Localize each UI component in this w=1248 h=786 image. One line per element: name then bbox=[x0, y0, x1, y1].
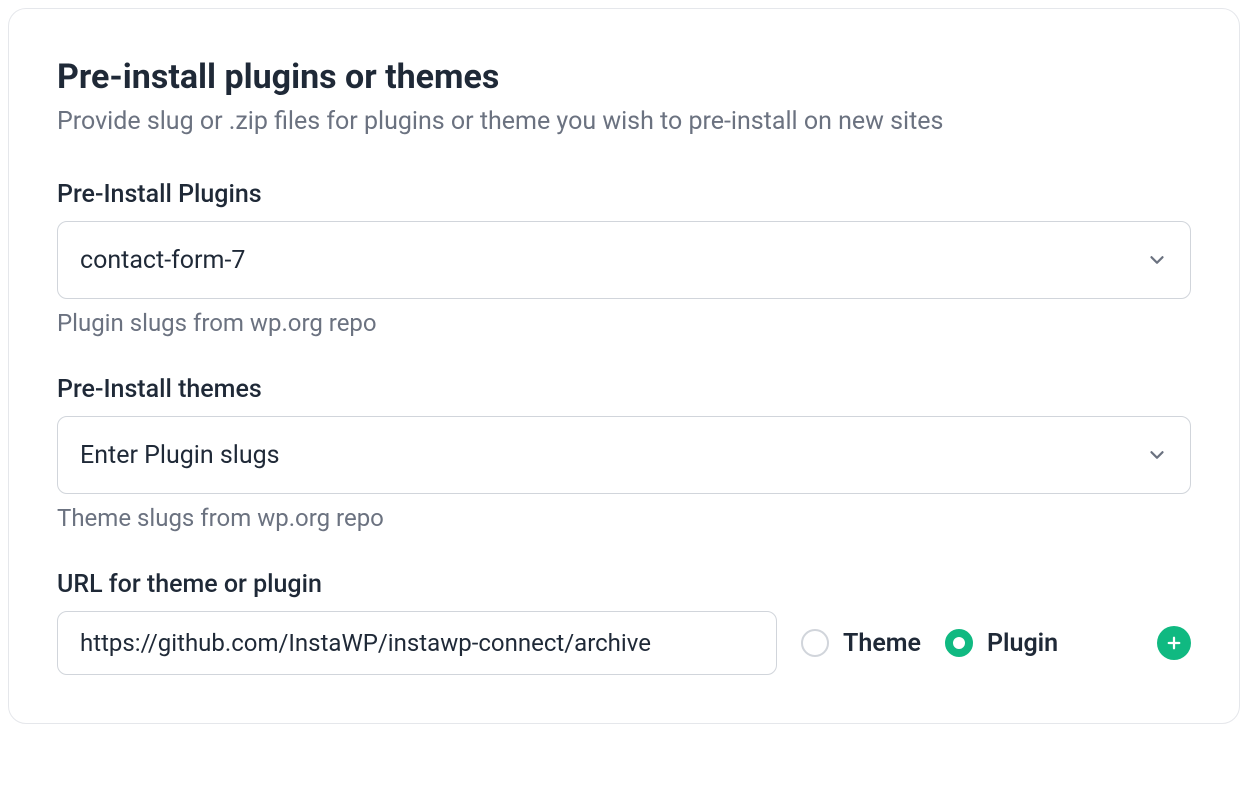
radio-circle-theme bbox=[801, 629, 829, 657]
url-input[interactable] bbox=[57, 611, 777, 675]
plugins-select-value: contact-form-7 bbox=[80, 246, 245, 275]
chevron-down-icon bbox=[1146, 249, 1168, 271]
plugins-field-group: Pre-Install Plugins contact-form-7 Plugi… bbox=[57, 180, 1191, 337]
radio-circle-plugin bbox=[945, 629, 973, 657]
radio-theme[interactable]: Theme bbox=[801, 629, 921, 658]
plus-icon bbox=[1165, 634, 1183, 652]
page-subtitle: Provide slug or .zip files for plugins o… bbox=[57, 107, 1191, 136]
radio-plugin[interactable]: Plugin bbox=[945, 629, 1058, 658]
chevron-down-icon bbox=[1146, 444, 1168, 466]
radio-plugin-label: Plugin bbox=[987, 629, 1058, 658]
themes-label: Pre-Install themes bbox=[57, 375, 1191, 404]
plugins-help: Plugin slugs from wp.org repo bbox=[57, 309, 1191, 337]
radio-theme-label: Theme bbox=[843, 629, 921, 658]
themes-help: Theme slugs from wp.org repo bbox=[57, 504, 1191, 532]
url-field-group: URL for theme or plugin Theme Plugin bbox=[57, 570, 1191, 675]
themes-select-placeholder: Enter Plugin slugs bbox=[80, 441, 280, 470]
preinstall-card: Pre-install plugins or themes Provide sl… bbox=[8, 8, 1240, 724]
add-button[interactable] bbox=[1157, 626, 1191, 660]
url-label: URL for theme or plugin bbox=[57, 570, 1191, 599]
plugins-label: Pre-Install Plugins bbox=[57, 180, 1191, 209]
url-row: Theme Plugin bbox=[57, 611, 1191, 675]
themes-field-group: Pre-Install themes Enter Plugin slugs Th… bbox=[57, 375, 1191, 532]
page-title: Pre-install plugins or themes bbox=[57, 57, 1191, 97]
plugins-select[interactable]: contact-form-7 bbox=[57, 221, 1191, 299]
themes-select[interactable]: Enter Plugin slugs bbox=[57, 416, 1191, 494]
